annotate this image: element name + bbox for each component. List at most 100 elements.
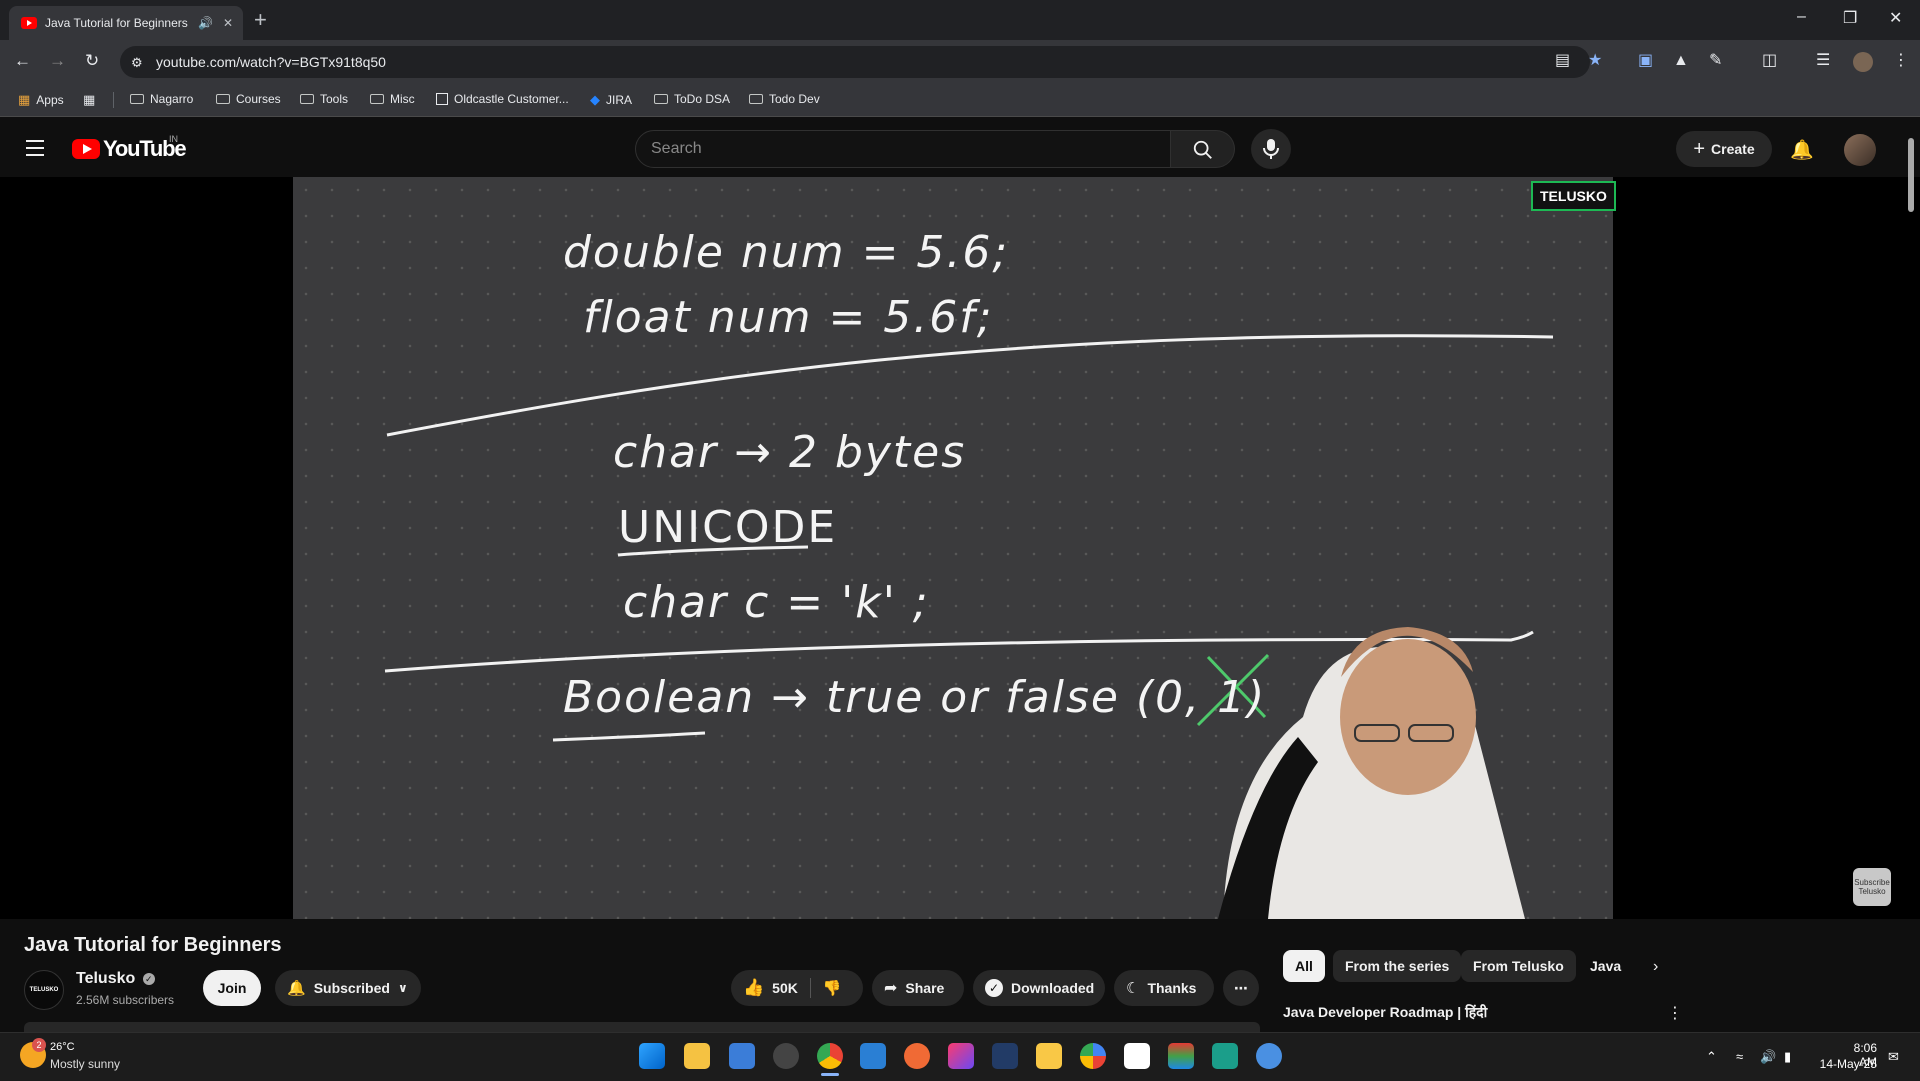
chip-from-the-series[interactable]: From the series [1333, 950, 1462, 982]
user-avatar[interactable] [1844, 134, 1876, 166]
url-text[interactable]: youtube.com/watch?v=BGTx91t8q50 [156, 54, 386, 70]
qbittorrent-icon[interactable] [1256, 1043, 1282, 1069]
audio-playing-icon[interactable]: 🔊 [198, 16, 213, 30]
windows-start-icon[interactable] [639, 1043, 665, 1069]
board-line-1: double num = 5.6; [563, 227, 1010, 278]
more-actions-button[interactable]: ⋯ [1223, 970, 1259, 1006]
youtube-logo-icon[interactable] [72, 139, 100, 159]
bookmark-oldcastle[interactable]: Oldcastle Customer... [436, 92, 569, 106]
recommended-video-title[interactable]: Java Developer Roadmap | हिंदी [1283, 1003, 1487, 1022]
menu-hamburger-icon[interactable] [26, 140, 44, 161]
minimize-icon[interactable]: – [1797, 8, 1806, 26]
tab-groups-icon[interactable]: ▦ [83, 92, 95, 108]
profile-icon[interactable] [1853, 52, 1873, 72]
side-panel-icon[interactable]: ◫ [1762, 52, 1777, 70]
bookmark-todo-dev[interactable]: Todo Dev [749, 92, 820, 106]
folder-icon [216, 94, 230, 104]
extensions-puzzle-icon[interactable]: ✎ [1709, 52, 1722, 70]
file-explorer-icon[interactable] [684, 1043, 710, 1069]
site-info-icon[interactable]: ⚙ [131, 54, 143, 72]
search-input[interactable] [635, 130, 1171, 168]
bookmark-nagarro[interactable]: Nagarro [130, 92, 193, 106]
ssms-icon[interactable] [992, 1043, 1018, 1069]
more-dots-icon: ⋯ [1234, 979, 1248, 996]
install-app-icon[interactable]: ▤ [1555, 52, 1570, 70]
notification-center-icon[interactable]: ✉ [1888, 1049, 1899, 1065]
bookmark-jira[interactable]: ◆ JIRA [590, 92, 632, 108]
like-button[interactable]: 👍 50K [743, 978, 811, 998]
photos-icon[interactable] [1080, 1043, 1106, 1069]
postman-icon[interactable] [904, 1043, 930, 1069]
description-box[interactable] [24, 1022, 1260, 1032]
weather-text[interactable]: Mostly sunny [50, 1057, 120, 1071]
search-button[interactable] [1171, 130, 1235, 168]
scrollbar-thumb[interactable] [1908, 138, 1914, 212]
bookmark-courses[interactable]: Courses [216, 92, 281, 106]
layers-app-icon[interactable] [1168, 1043, 1194, 1069]
thumbs-down-icon: 👎 [822, 980, 842, 997]
sticky-notes-icon[interactable] [1036, 1043, 1062, 1069]
chatgpt-icon[interactable] [773, 1043, 799, 1069]
dislike-button[interactable]: 👎 [811, 979, 842, 997]
bookmark-misc[interactable]: Misc [370, 92, 415, 106]
like-dislike-group: 👍 50K 👎 [731, 970, 863, 1006]
like-count: 50K [772, 980, 798, 996]
restore-icon[interactable]: ❐ [1843, 8, 1857, 28]
thumbs-up-icon: 👍 [743, 978, 765, 997]
chip-all[interactable]: All [1283, 950, 1325, 982]
clock-date[interactable]: 14-May-25 [1818, 1057, 1877, 1071]
folder-icon [749, 94, 763, 104]
search-placeholder: Search [651, 140, 702, 157]
extension-1-icon[interactable]: ▣ [1638, 52, 1653, 70]
download-button[interactable]: ✓ Downloaded [973, 970, 1105, 1006]
chips-next-chevron-icon[interactable]: › [1653, 958, 1658, 976]
bookmark-todo-dsa[interactable]: ToDo DSA [654, 92, 730, 106]
board-line-5: char c = 'k' ; [623, 577, 930, 628]
close-window-icon[interactable]: ✕ [1889, 8, 1902, 28]
bookmark-apps[interactable]: ▦ Apps [18, 92, 64, 108]
forward-icon[interactable]: → [49, 51, 66, 71]
chrome-menu-icon[interactable]: ⋮ [1893, 52, 1909, 70]
vscode-icon[interactable] [860, 1043, 886, 1069]
share-button[interactable]: ➦ Share [872, 970, 964, 1006]
vs-app-icon[interactable] [1212, 1043, 1238, 1069]
gmail-icon[interactable] [1124, 1043, 1150, 1069]
oldcastle-icon [436, 93, 448, 105]
new-tab-button[interactable]: + [254, 8, 267, 32]
bookmark-tools[interactable]: Tools [300, 92, 348, 106]
recommended-more-icon[interactable]: ⋮ [1667, 1003, 1683, 1023]
board-line-6: Boolean → true or false (0, 1) [563, 672, 1267, 723]
subscribe-watermark-button[interactable]: Subscribe Telusko [1853, 868, 1891, 906]
remote-desktop-icon[interactable] [729, 1043, 755, 1069]
video-title: Java Tutorial for Beginners [24, 934, 282, 956]
media-control-icon[interactable]: ☰ [1816, 52, 1830, 70]
bookmark-star-icon[interactable]: ★ [1588, 52, 1602, 70]
notifications-bell-icon[interactable]: 🔔 [1790, 138, 1814, 162]
wifi-icon[interactable]: ≈ [1736, 1049, 1743, 1064]
voice-search-button[interactable] [1251, 129, 1291, 169]
jira-icon: ◆ [590, 92, 600, 107]
chip-java[interactable]: Java [1578, 950, 1633, 982]
channel-avatar[interactable]: TELUSKO [24, 970, 64, 1010]
battery-icon[interactable]: ▮ [1784, 1049, 1791, 1065]
reload-icon[interactable]: ↻ [85, 51, 99, 71]
video-frame-whiteboard[interactable]: double num = 5.6; float num = 5.6f; char… [293, 177, 1613, 919]
weather-temp[interactable]: 26°C [50, 1041, 75, 1053]
thanks-button[interactable]: ☾ Thanks [1114, 970, 1214, 1006]
create-button[interactable]: + Create [1676, 131, 1772, 167]
intellij-icon[interactable] [948, 1043, 974, 1069]
microphone-icon [1263, 139, 1279, 159]
page-scrollbar[interactable] [1906, 120, 1916, 1032]
browser-tab[interactable]: Java Tutorial for Beginners 🔊 ✕ [9, 6, 243, 40]
board-line-4: UNICODE [618, 502, 838, 553]
extension-2-icon[interactable]: ▲ [1673, 52, 1689, 70]
volume-icon[interactable]: 🔊 [1760, 1049, 1776, 1065]
back-icon[interactable]: ← [14, 51, 31, 71]
chrome-icon[interactable] [817, 1043, 843, 1069]
tray-chevron-up-icon[interactable]: ⌃ [1706, 1049, 1717, 1065]
chip-from-telusko[interactable]: From Telusko [1461, 950, 1576, 982]
join-button[interactable]: Join [203, 970, 261, 1006]
channel-name[interactable]: Telusko ✓ [76, 970, 155, 988]
tab-close-icon[interactable]: ✕ [223, 16, 233, 30]
subscribed-button[interactable]: 🔔 Subscribed ∨ [275, 970, 421, 1006]
